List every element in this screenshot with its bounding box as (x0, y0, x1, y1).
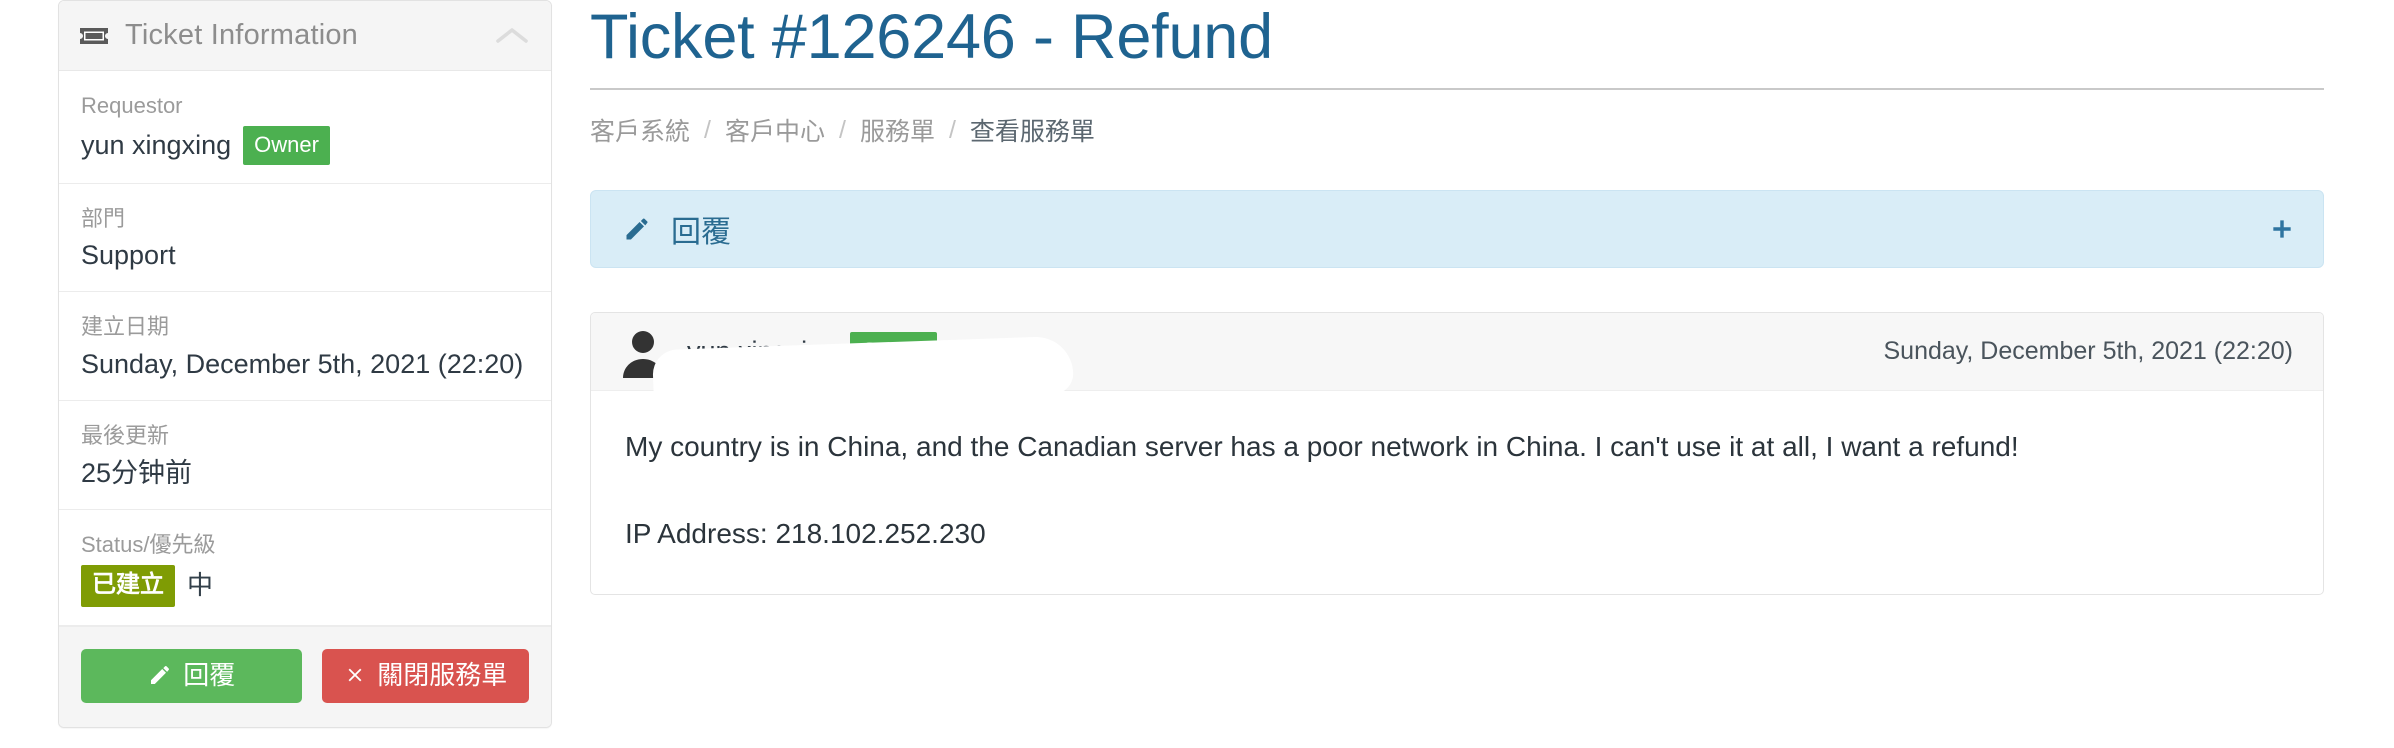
department-value: Support (81, 240, 176, 271)
close-ticket-button-label: 關閉服務單 (377, 659, 508, 690)
ticket-main-content: Ticket #126246 - Refund 客戶系統 / 客戶中心 / 服務… (590, 0, 2394, 748)
panel-header[interactable]: Ticket Information (59, 1, 551, 71)
plus-icon[interactable] (2269, 216, 2295, 242)
ticket-detail-page: Ticket Information Requestor yun xingxin… (0, 0, 2394, 748)
message-card: vun xingxing Owner Sunday, December 5th,… (590, 312, 2324, 596)
breadcrumb: 客戶系統 / 客戶中心 / 服務單 / 查看服務單 (590, 90, 2324, 148)
field-department: 部門 Support (59, 183, 551, 293)
created-date-value: Sunday, December 5th, 2021 (22:20) (81, 349, 524, 380)
breadcrumb-item-2[interactable]: 客戶中心 (725, 112, 825, 148)
reply-panel-label-group: 回覆 (623, 207, 2269, 251)
field-label: 部門 (81, 205, 126, 231)
panel-title-group: Ticket Information (79, 19, 495, 52)
ticket-icon (79, 24, 109, 48)
last-updated-value: 25分钟前 (81, 457, 193, 488)
reply-button[interactable]: 回覆 (81, 648, 303, 703)
chevron-up-icon[interactable] (495, 19, 529, 53)
message-author-badge: Owner (850, 332, 937, 372)
field-label: Requestor (81, 93, 183, 118)
page-title: Ticket #126246 - Refund (590, 2, 1273, 72)
field-status-priority: Status/優先級 已建立 中 (59, 510, 551, 626)
field-created-date: 建立日期 Sunday, December 5th, 2021 (22:20) (59, 292, 551, 402)
reply-panel-label: 回覆 (671, 216, 731, 250)
breadcrumb-item-3[interactable]: 服務單 (860, 112, 935, 148)
user-avatar-icon (617, 326, 669, 378)
ticket-information-sidebar: Ticket Information Requestor yun xingxin… (0, 0, 590, 748)
priority-value: 中 (187, 569, 214, 600)
times-icon (344, 664, 366, 686)
ticket-information-panel: Ticket Information Requestor yun xingxin… (58, 0, 552, 728)
owner-badge: Owner (243, 125, 330, 165)
close-ticket-button[interactable]: 關閉服務單 (322, 648, 529, 703)
field-last-updated: 最後更新 25分钟前 (59, 401, 551, 511)
message-ip-address: IP Address: 218.102.252.230 (625, 517, 986, 549)
status-priority-group: 已建立 中 (81, 564, 529, 607)
breadcrumb-separator: / (838, 115, 846, 144)
breadcrumb-separator: / (948, 115, 956, 144)
status-badge: 已建立 (81, 564, 175, 607)
field-label: 建立日期 (81, 314, 170, 340)
breadcrumb-item-4[interactable]: 查看服務單 (970, 112, 1095, 148)
message-timestamp: Sunday, December 5th, 2021 (22:20) (1883, 337, 2293, 366)
field-label: Status/優先級 (81, 532, 216, 558)
field-label: 最後更新 (81, 423, 170, 449)
reply-button-label: 回覆 (183, 659, 236, 690)
message-paragraph: My country is in China, and the Canadian… (625, 431, 2019, 463)
reply-panel-toggle[interactable]: 回覆 (590, 190, 2324, 269)
field-requestor: Requestor yun xingxing Owner (59, 71, 551, 184)
breadcrumb-item-1[interactable]: 客戶系統 (590, 112, 690, 148)
message-author: vun xingxing (687, 336, 838, 367)
breadcrumb-separator: / (704, 115, 711, 144)
message-body: My country is in China, and the Canadian… (591, 391, 2323, 594)
panel-actions: 回覆 關閉服務單 (59, 625, 551, 727)
pencil-icon (623, 215, 651, 243)
requestor-name: yun xingxing (81, 129, 232, 160)
field-value-group: yun xingxing Owner (81, 125, 529, 165)
message-header: vun xingxing Owner Sunday, December 5th,… (591, 313, 2323, 409)
pencil-icon (148, 663, 172, 687)
panel-title-text: Ticket Information (125, 19, 358, 51)
